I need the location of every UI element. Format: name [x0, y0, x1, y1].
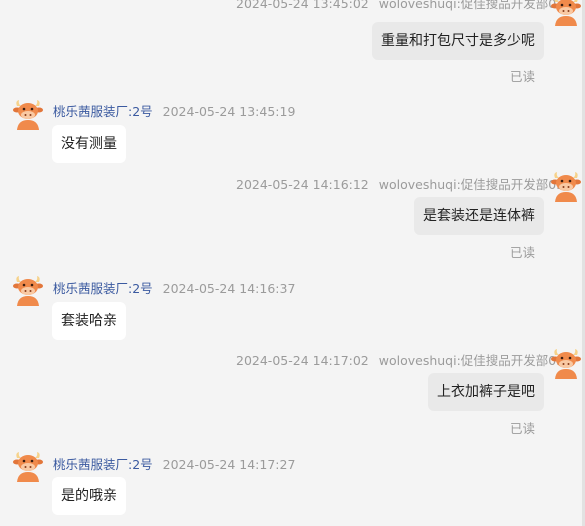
cow-mascot-avatar-icon[interactable] [12, 450, 44, 482]
message-meta: 2024-05-24 14:17:02 woloveshuqi:促佳搜品开发部0… [236, 350, 572, 369]
cow-mascot-avatar-icon[interactable] [12, 98, 44, 130]
cow-mascot-avatar-icon[interactable] [550, 0, 582, 26]
message-time: 2024-05-24 14:17:27 [162, 457, 296, 472]
message-meta: 2024-05-24 14:16:12 woloveshuqi:促佳搜品开发部0… [236, 174, 572, 193]
cow-mascot-avatar-icon[interactable] [12, 274, 44, 306]
message-sender: woloveshuqi:促佳搜品开发部032 [378, 0, 573, 11]
message-meta: 桃乐茜服装厂:2号 2024-05-24 14:16:37 [53, 278, 295, 297]
read-status: 已读 [510, 421, 536, 436]
message-meta: 桃乐茜服装厂:2号 2024-05-24 13:45:19 [53, 101, 295, 120]
message-bubble[interactable]: 套装哈亲 [52, 302, 126, 340]
chat-message-list[interactable]: 2024-05-24 13:45:02 woloveshuqi:促佳搜品开发部0… [0, 0, 585, 526]
read-status: 已读 [510, 245, 536, 260]
message-bubble[interactable]: 是套装还是连体裤 [414, 197, 544, 235]
cow-mascot-avatar-icon[interactable] [550, 170, 582, 202]
message-sender[interactable]: 桃乐茜服装厂:2号 [53, 104, 153, 119]
message-bubble[interactable]: 是的哦亲 [52, 477, 126, 515]
message-sender[interactable]: 桃乐茜服装厂:2号 [53, 281, 153, 296]
message-sender[interactable]: 桃乐茜服装厂:2号 [53, 457, 153, 472]
read-status: 已读 [510, 69, 536, 84]
message-time: 2024-05-24 13:45:02 [236, 0, 369, 11]
message-bubble[interactable]: 上衣加裤子是吧 [428, 373, 544, 411]
message-meta: 2024-05-24 13:45:02 woloveshuqi:促佳搜品开发部0… [236, 0, 572, 12]
message-time: 2024-05-24 14:16:12 [236, 177, 369, 192]
message-sender: woloveshuqi:促佳搜品开发部032 [378, 353, 573, 368]
message-time: 2024-05-24 14:17:02 [236, 353, 369, 368]
message-bubble[interactable]: 没有测量 [52, 125, 126, 163]
cow-mascot-avatar-icon[interactable] [550, 347, 582, 379]
message-time: 2024-05-24 14:16:37 [162, 281, 296, 296]
message-sender: woloveshuqi:促佳搜品开发部032 [378, 177, 573, 192]
message-time: 2024-05-24 13:45:19 [162, 104, 296, 119]
message-bubble[interactable]: 重量和打包尺寸是多少呢 [372, 22, 544, 60]
message-meta: 桃乐茜服装厂:2号 2024-05-24 14:17:27 [53, 454, 295, 473]
